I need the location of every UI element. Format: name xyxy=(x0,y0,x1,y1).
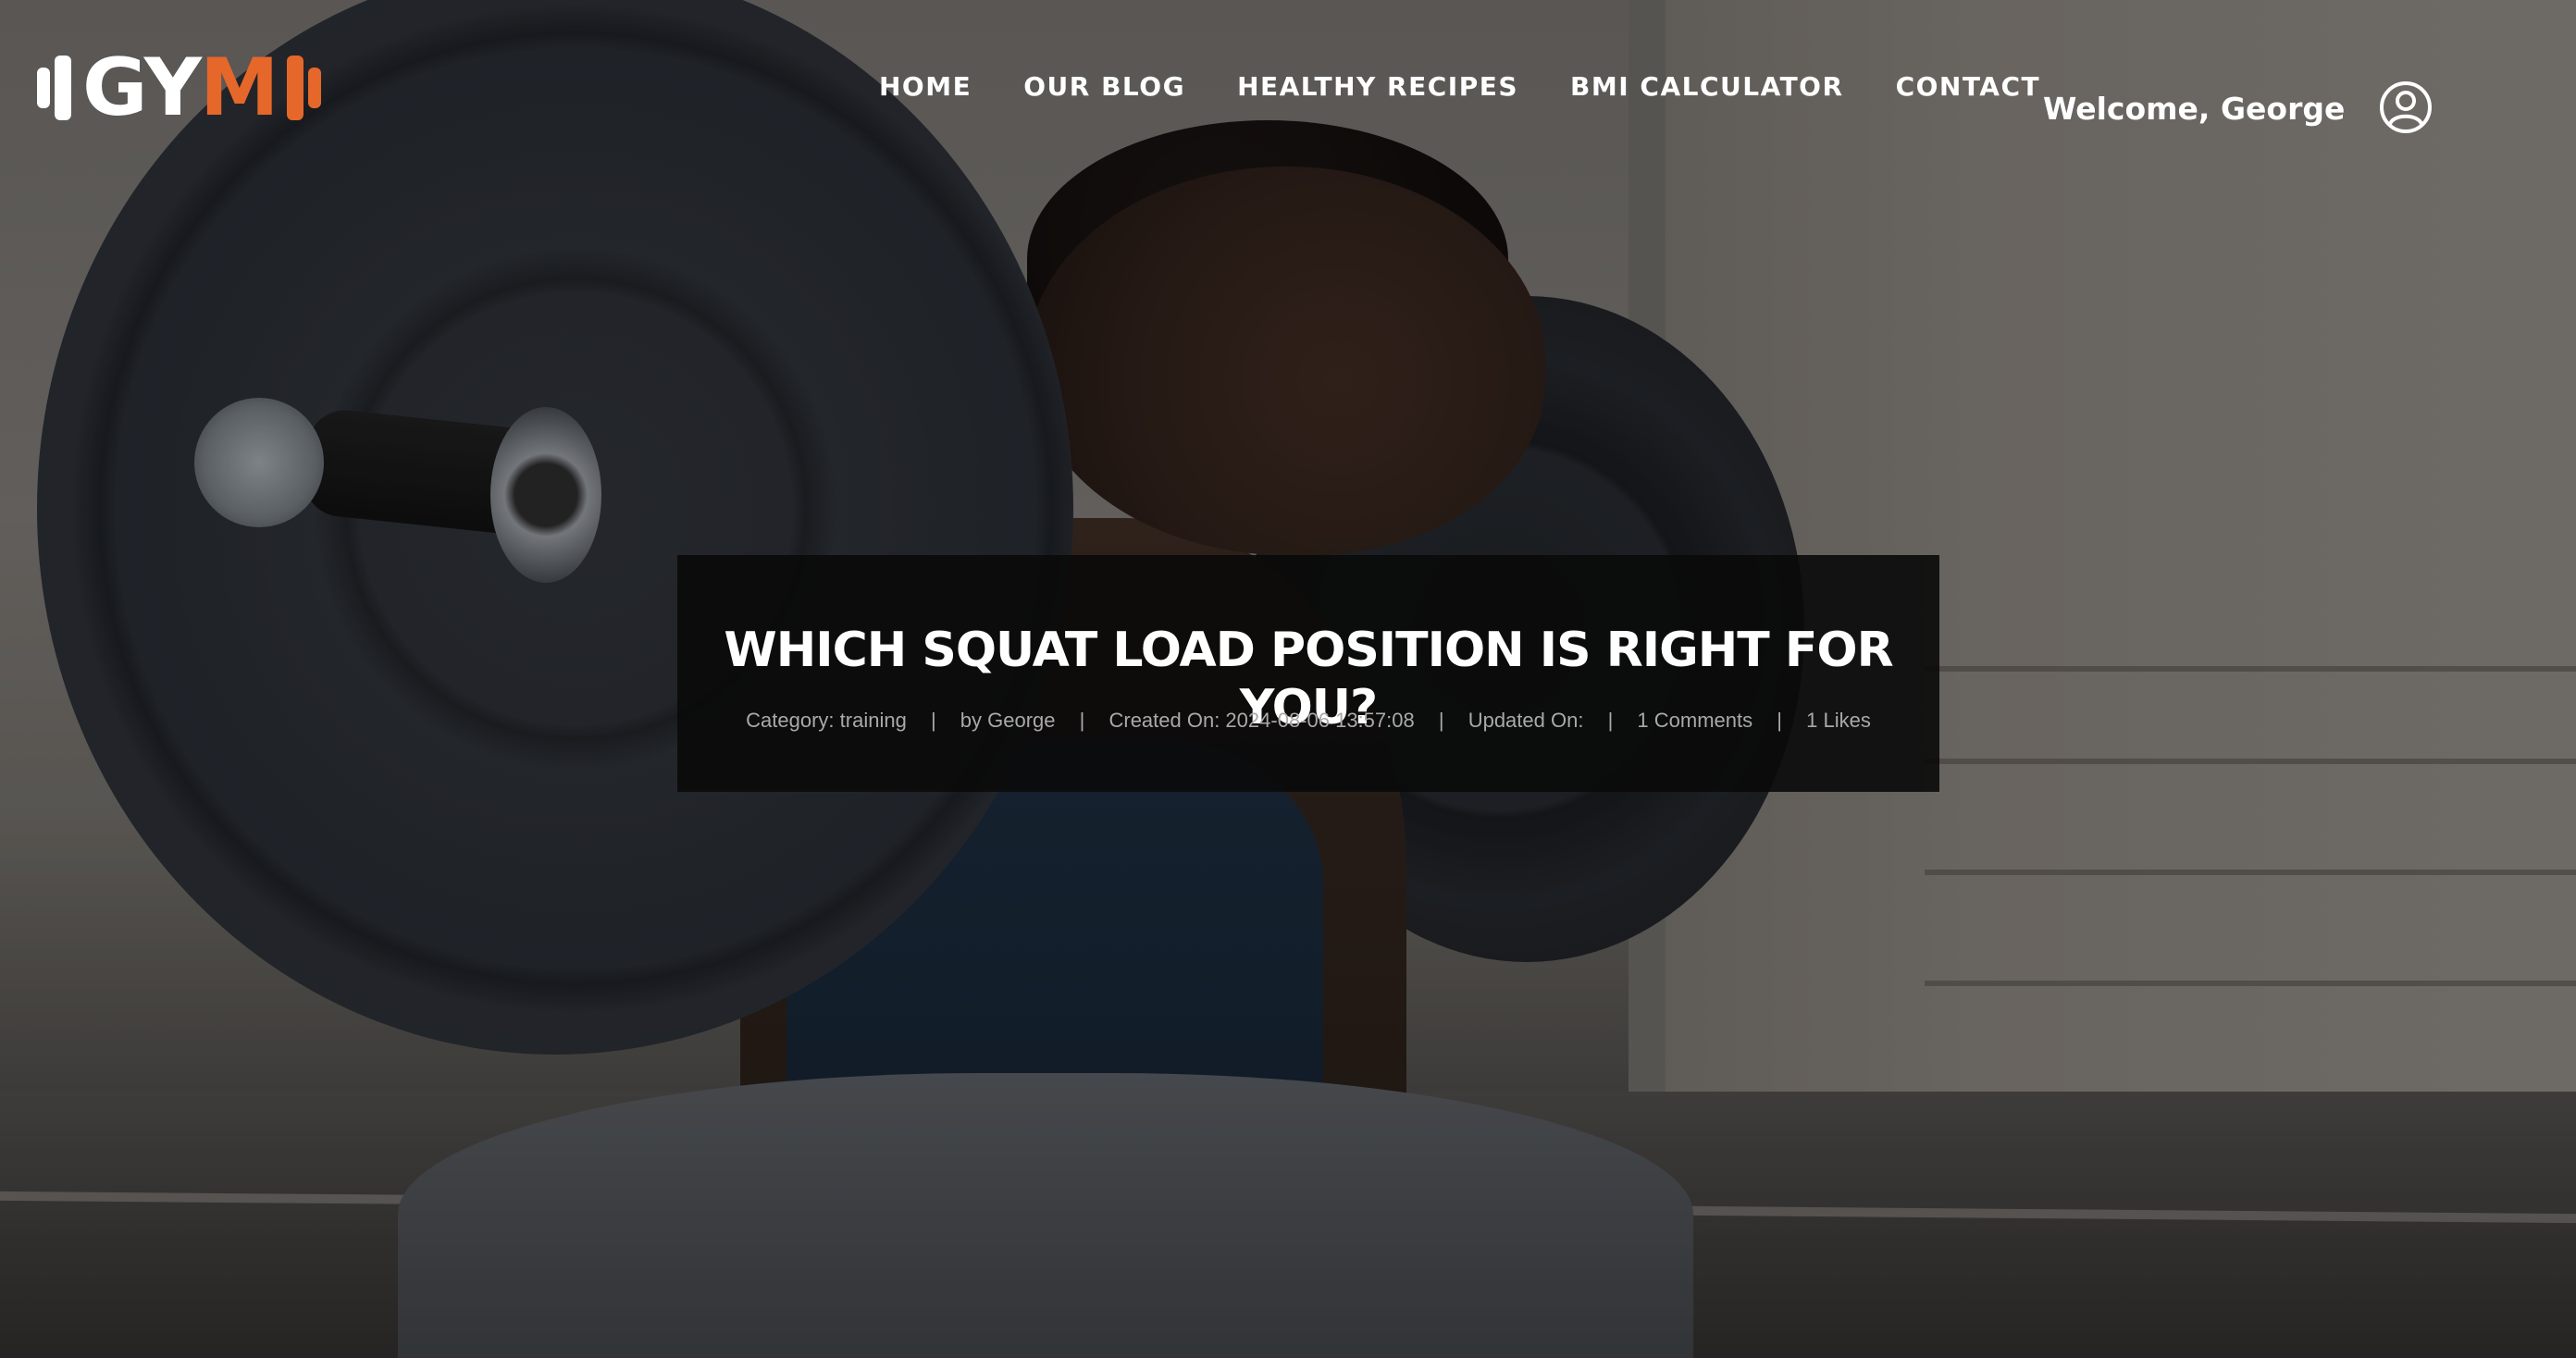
meta-separator: | xyxy=(1607,709,1614,732)
post-category[interactable]: Category: training xyxy=(746,709,907,732)
dumbbell-right-icon xyxy=(286,56,303,120)
nav-bmi-calculator[interactable]: BMI CALCULATOR xyxy=(1570,68,1844,105)
meta-separator: | xyxy=(1777,709,1782,732)
dumbbell-left-icon xyxy=(55,56,71,120)
post-title-card: WHICH SQUAT LOAD POSITION IS RIGHT FOR Y… xyxy=(677,555,1939,792)
logo-text: GYM xyxy=(82,42,279,134)
nav-home[interactable]: HOME xyxy=(879,68,972,105)
gym-logo[interactable]: GYM xyxy=(37,46,321,130)
post-updated-date: Updated On: xyxy=(1468,709,1584,732)
post-created-date: Created On: 2024-08-06 13:57:08 xyxy=(1108,709,1415,732)
meta-separator: | xyxy=(1438,709,1444,732)
welcome-text: Welcome, George xyxy=(2043,91,2346,127)
nav-healthy-recipes[interactable]: HEALTHY RECIPES xyxy=(1237,68,1518,105)
dumbbell-left-icon xyxy=(37,68,50,108)
nav-our-blog[interactable]: OUR BLOG xyxy=(1023,68,1185,105)
meta-separator: | xyxy=(1079,709,1085,732)
post-author[interactable]: by George xyxy=(960,709,1056,732)
nav-contact[interactable]: CONTACT xyxy=(1896,68,2041,105)
post-meta: Category: training | by George | Created… xyxy=(677,707,1939,735)
user-circle-icon[interactable] xyxy=(2378,80,2434,135)
meta-separator: | xyxy=(930,709,936,732)
main-nav: HOME OUR BLOG HEALTHY RECIPES BMI CALCUL… xyxy=(879,68,2092,105)
post-likes-count[interactable]: 1 Likes xyxy=(1806,709,1871,732)
post-comments-count[interactable]: 1 Comments xyxy=(1637,709,1752,732)
dumbbell-right-icon xyxy=(307,68,321,108)
